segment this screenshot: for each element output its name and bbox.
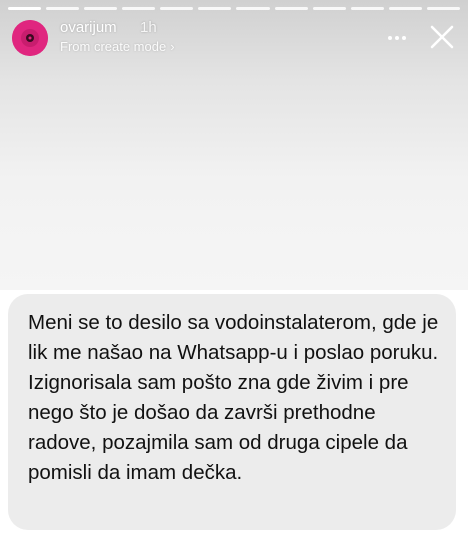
story-progress-segment bbox=[198, 7, 232, 10]
story-progress-segment bbox=[350, 7, 384, 10]
avatar-image bbox=[12, 20, 48, 56]
create-mode-link[interactable]: From create mode › bbox=[60, 39, 175, 54]
story-progress-segment bbox=[426, 7, 460, 10]
story-progress-segment bbox=[388, 7, 422, 10]
story-progress-segment bbox=[46, 7, 80, 10]
story-header: ovarijum 1h From create mode › bbox=[12, 17, 456, 59]
story-progress-segment bbox=[8, 7, 42, 10]
avatar[interactable] bbox=[12, 20, 48, 56]
story-progress-bar bbox=[8, 7, 460, 10]
story-progress-segment bbox=[122, 7, 156, 10]
post-time: 1h bbox=[140, 19, 157, 36]
create-mode-label: From create mode bbox=[60, 39, 167, 54]
story-progress-segment bbox=[236, 7, 270, 10]
story-progress-segment bbox=[160, 7, 194, 10]
story-text-card: Meni se to desilo sa vodoinstalaterom, g… bbox=[8, 294, 456, 530]
story-progress-segment bbox=[312, 7, 346, 10]
story-text: Meni se to desilo sa vodoinstalaterom, g… bbox=[28, 311, 439, 484]
chevron-right-icon: › bbox=[170, 39, 175, 54]
close-icon[interactable] bbox=[428, 23, 456, 51]
more-dots-icon[interactable] bbox=[386, 27, 408, 49]
story-progress-segment bbox=[84, 7, 118, 10]
story-progress-segment bbox=[274, 7, 308, 10]
username[interactable]: ovarijum bbox=[60, 19, 117, 36]
